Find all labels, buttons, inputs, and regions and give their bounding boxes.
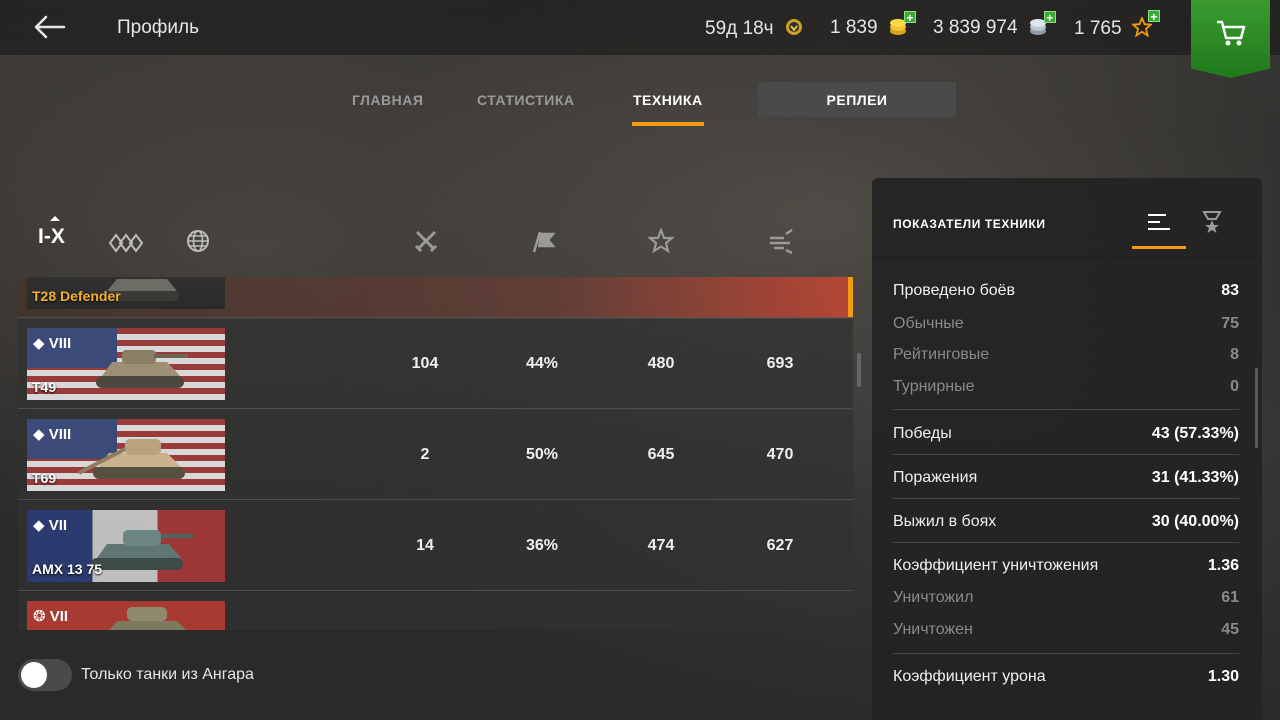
tank-image-icon (78, 439, 185, 479)
shop-button[interactable] (1191, 0, 1270, 78)
victory-flag-icon (532, 231, 556, 253)
vehicle-thumbnail: ◆ VIII T69 (27, 419, 225, 491)
vehicle-tier: ◆ VII (33, 517, 68, 534)
free-xp-button[interactable]: 1 765 + (1074, 10, 1160, 43)
hangar-only-toggle[interactable] (18, 659, 72, 691)
divider (893, 542, 1239, 543)
vehicle-name: T28 Defender (32, 288, 121, 304)
tab-main[interactable]: ГЛАВНАЯ (352, 92, 423, 108)
premium-account-button[interactable]: 59д 18ч (705, 17, 804, 43)
profile-tabs: ГЛАВНАЯ СТАТИСТИКА ТЕХНИКА РЕПЛЕИ (0, 82, 1280, 126)
vehicle-stats-panel: ПОКАЗАТЕЛИ ТЕХНИКИ Проведено боёв 83 Обыч… (872, 178, 1262, 720)
tank-image-icon (109, 607, 186, 630)
page-title: Профиль (117, 17, 200, 38)
free-xp-amount: 1 765 (1074, 18, 1122, 39)
vehicle-row[interactable]: ◆ VIII T69 2 50% 645 470 (18, 410, 853, 500)
avg-damage-value: 693 (766, 355, 794, 372)
vehicle-name: AMX 13 75 (32, 561, 103, 577)
panel-scrollbar[interactable] (1255, 368, 1258, 448)
divider (893, 454, 1239, 455)
star-icon (646, 226, 676, 254)
panel-title: ПОКАЗАТЕЛИ ТЕХНИКИ (893, 217, 1046, 231)
avg-damage-value: 470 (766, 446, 794, 463)
vehicle-row[interactable]: ❂ VII (18, 592, 853, 630)
tab-vehicles[interactable]: ТЕХНИКА (633, 92, 703, 108)
winrate-value: 44% (525, 355, 559, 372)
list-scrollbar[interactable] (857, 353, 861, 387)
sort-damage-button[interactable] (768, 228, 794, 259)
nation-filter-button[interactable] (186, 229, 210, 258)
divider (893, 653, 1239, 654)
avg-xp-value: 480 (647, 355, 675, 372)
award-medal-icon (1202, 211, 1222, 233)
tier-filter-label: I-X (38, 225, 65, 248)
top-bar: Профиль 59д 18ч 1 839 + 3 839 974 + 1 76… (0, 0, 1280, 55)
sort-winrate-button[interactable] (530, 228, 556, 259)
shell-damage-icon (770, 228, 793, 255)
premium-icon (784, 17, 804, 43)
back-button[interactable] (30, 12, 70, 42)
globe-icon (187, 230, 209, 252)
gold-coins-icon: + (888, 11, 916, 42)
sort-battles-button[interactable] (413, 228, 439, 259)
divider (893, 409, 1239, 410)
winrate-value: 36% (525, 537, 559, 554)
vehicle-type-filter-button[interactable] (108, 229, 146, 258)
divider (893, 498, 1239, 499)
premium-time: 59д 18ч (705, 18, 774, 39)
vehicle-type-icon (108, 233, 144, 253)
hangar-only-label: Только танки из Ангара (81, 666, 254, 683)
add-credits-icon: + (1043, 11, 1056, 24)
silver-coins-icon: + (1028, 11, 1056, 42)
vehicle-name: T49 (32, 379, 57, 395)
vehicle-list: T28 Defender ◆ VIII T49 104 44% 480 693 (18, 277, 853, 630)
tab-statistics[interactable]: СТАТИСТИКА (477, 92, 575, 108)
tank-image-icon (96, 350, 188, 388)
vehicle-row[interactable]: ◆ VII AMX 13 75 14 36% 474 627 (18, 501, 853, 591)
vehicle-tier: ◆ VIII (33, 426, 72, 443)
vehicle-row[interactable]: ◆ VIII T49 104 44% 480 693 (18, 319, 853, 409)
crossed-swords-icon (414, 230, 438, 253)
panel-divider (872, 257, 1262, 258)
tab-replays[interactable]: РЕПЛЕИ (758, 82, 956, 117)
credits-button[interactable]: 3 839 974 + (933, 11, 1056, 42)
vehicle-thumbnail: ◆ VII AMX 13 75 (27, 510, 225, 582)
battles-value: 2 (420, 446, 430, 463)
battles-value: 104 (411, 355, 439, 372)
arrow-left-icon (34, 15, 66, 39)
panel-tab-awards[interactable] (1200, 210, 1224, 239)
toggle-knob (21, 662, 47, 688)
winrate-value: 50% (525, 446, 559, 463)
avg-xp-value: 645 (647, 446, 675, 463)
selected-indicator (848, 277, 853, 317)
sort-experience-button[interactable] (646, 226, 676, 259)
panel-active-tab-indicator (1132, 246, 1186, 249)
vehicle-thumbnail: ❂ VII (27, 601, 225, 630)
panel-tab-stats[interactable] (1146, 212, 1172, 237)
avg-damage-value: 627 (766, 537, 794, 554)
tier-filter-button[interactable]: I-X (38, 213, 72, 249)
vehicle-row[interactable]: T28 Defender (18, 277, 853, 318)
vehicle-thumbnail: ◆ VIII T49 (27, 328, 225, 400)
vehicle-tier: ◆ VIII (33, 335, 72, 352)
credits-amount: 3 839 974 (933, 17, 1018, 38)
add-gold-icon: + (903, 11, 916, 24)
add-free-xp-icon: + (1147, 10, 1160, 23)
active-tab-indicator (632, 122, 704, 126)
gold-amount: 1 839 (830, 17, 878, 38)
free-xp-star-icon: + (1130, 10, 1160, 43)
vehicle-tier: ❂ VII (33, 608, 69, 625)
sort-arrow-up-icon (50, 216, 60, 221)
cart-icon (1217, 20, 1246, 46)
vehicle-name: T69 (32, 470, 57, 486)
list-lines-icon (1148, 214, 1170, 230)
battles-value: 14 (416, 537, 434, 554)
avg-xp-value: 474 (647, 537, 675, 554)
gold-button[interactable]: 1 839 + (830, 11, 916, 42)
vehicle-thumbnail: T28 Defender (27, 277, 225, 309)
